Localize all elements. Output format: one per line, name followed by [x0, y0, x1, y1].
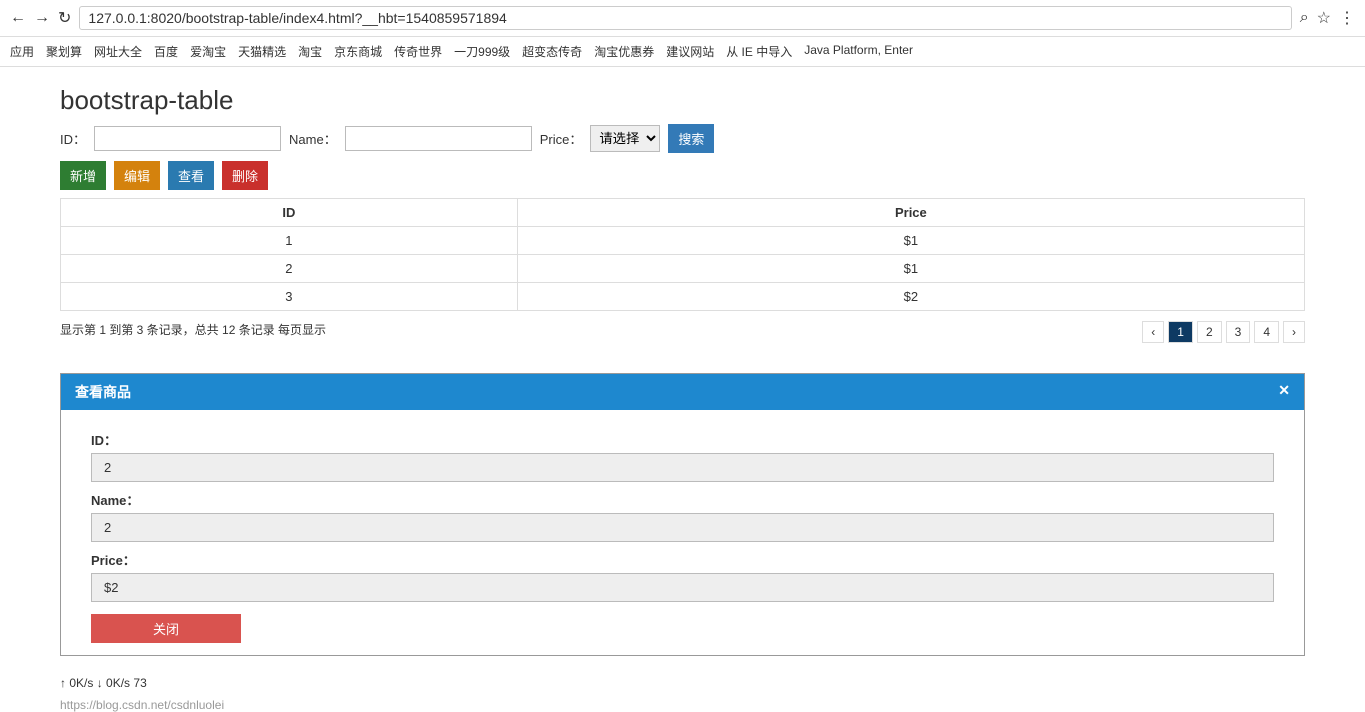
name-filter-input[interactable]	[344, 126, 532, 151]
usage-percent: 73	[133, 676, 147, 690]
edit-button[interactable]: 编辑	[114, 161, 161, 190]
pager-prev[interactable]: ‹	[1142, 321, 1165, 343]
bookmark-item[interactable]: 传奇世界	[394, 43, 442, 60]
view-button[interactable]: 查看	[168, 161, 215, 190]
modal-body: ID： 2 Name： 2 Price： $2 关闭	[61, 410, 1304, 655]
id-filter-label: ID：	[60, 132, 87, 147]
modal-id-label: ID：	[91, 433, 118, 448]
bookmark-item[interactable]: 一刀999级	[454, 43, 510, 60]
bookmark-item[interactable]: Java Platform, Enter	[804, 43, 913, 60]
id-filter-input[interactable]	[94, 126, 282, 151]
pager-page-1[interactable]: 1	[1168, 321, 1193, 343]
action-toolbar: 新增 编辑 查看 删除	[60, 161, 1305, 190]
download-speed: 0K/s	[106, 676, 131, 690]
bookmark-item[interactable]: 网址大全	[94, 43, 142, 60]
bookmark-item[interactable]: 京东商城	[334, 43, 382, 60]
delete-button[interactable]: 删除	[222, 161, 269, 190]
bookmark-item[interactable]: 爱淘宝	[190, 43, 226, 60]
forward-icon[interactable]: →	[34, 9, 50, 27]
pager-page-2[interactable]: 2	[1196, 321, 1222, 343]
add-button[interactable]: 新增	[60, 161, 107, 190]
zoom-icon[interactable]: ⌕	[1300, 9, 1309, 27]
bookmark-item[interactable]: 淘宝	[298, 43, 322, 60]
table-row[interactable]: 1 $1	[60, 226, 1306, 255]
modal-name-field[interactable]: 2	[91, 513, 1274, 542]
modal-id-field[interactable]: 2	[91, 453, 1274, 482]
menu-icon[interactable]: ⋮	[1339, 8, 1355, 28]
row-price-cell: $2	[516, 282, 1306, 311]
data-table: ID Price 1 $1 2 $1 3 $2	[60, 198, 1306, 311]
pagination: ‹ 1 2 3 4 ›	[1142, 321, 1305, 343]
page-content: bootstrap-table ID： Name： Price： 请选择 搜索 …	[0, 67, 1365, 353]
pager-next[interactable]: ›	[1283, 321, 1305, 343]
bookmark-item[interactable]: 聚划算	[46, 43, 82, 60]
address-bar[interactable]: 127.0.0.1:8020/bootstrap-table/index4.ht…	[79, 6, 1292, 30]
modal-price-select[interactable]: $2	[91, 573, 1274, 602]
modal-title: 查看商品	[75, 384, 131, 400]
row-id-cell: 3	[60, 282, 518, 311]
modal-name-label: Name：	[91, 493, 140, 508]
browser-toolbar: ← → ↻ 127.0.0.1:8020/bootstrap-table/ind…	[0, 0, 1365, 37]
bookmark-star-icon[interactable]: ☆	[1317, 8, 1331, 28]
bookmark-item[interactable]: 建议网站	[666, 43, 714, 60]
bookmark-item[interactable]: 从 IE 中导入	[726, 43, 792, 60]
modal-header: 查看商品 ✕	[61, 374, 1304, 410]
filter-row: ID： Name： Price： 请选择 搜索	[60, 124, 1305, 153]
row-price-cell: $1	[516, 254, 1306, 283]
table-footer: 显示第 1 到第 3 条记录，总共 12 条记录 每页显示 ‹ 1 2 3 4 …	[60, 321, 1305, 343]
bookmark-item[interactable]: 百度	[154, 43, 178, 60]
bookmark-item[interactable]: 超变态传奇	[522, 43, 582, 60]
row-id-cell: 1	[60, 226, 518, 255]
upload-arrow-icon: ↑	[60, 676, 66, 690]
pagination-info: 显示第 1 到第 3 条记录，总共 12 条记录 每页显示	[60, 323, 327, 337]
upload-speed: 0K/s	[69, 676, 94, 690]
watermark: https://blog.csdn.net/csdnluolei	[60, 698, 225, 712]
pager-page-4[interactable]: 4	[1254, 321, 1279, 343]
price-filter-label: Price：	[539, 132, 583, 147]
back-icon[interactable]: ←	[10, 9, 26, 27]
pager-page-3[interactable]: 3	[1225, 321, 1251, 343]
table-row[interactable]: 2 $1	[60, 254, 1306, 283]
column-header-price[interactable]: Price	[516, 198, 1306, 227]
bookmarks-bar: 应用 聚划算 网址大全 百度 爱淘宝 天猫精选 淘宝 京东商城 传奇世界 一刀9…	[0, 37, 1365, 67]
network-meter-widget: ↑ 0K/s ↓ 0K/s 73	[60, 676, 1305, 690]
bookmark-item[interactable]: 淘宝优惠券	[594, 43, 654, 60]
search-button[interactable]: 搜索	[668, 124, 715, 153]
name-filter-label: Name：	[289, 132, 337, 147]
table-row[interactable]: 3 $2	[60, 282, 1306, 311]
download-arrow-icon: ↓	[96, 676, 103, 690]
page-title: bootstrap-table	[60, 85, 234, 115]
view-product-modal: 查看商品 ✕ ID： 2 Name： 2 Price： $2 关闭	[60, 373, 1305, 656]
price-filter-select[interactable]: 请选择	[590, 125, 661, 152]
close-icon[interactable]: ✕	[1278, 382, 1290, 402]
column-header-id[interactable]: ID	[60, 198, 518, 227]
close-button[interactable]: 关闭	[91, 614, 241, 643]
reload-icon[interactable]: ↻	[58, 8, 71, 28]
bookmark-item[interactable]: 应用	[10, 43, 34, 60]
row-id-cell: 2	[60, 254, 518, 283]
modal-price-label: Price：	[91, 553, 136, 568]
bookmark-item[interactable]: 天猫精选	[238, 43, 286, 60]
row-price-cell: $1	[516, 226, 1306, 255]
